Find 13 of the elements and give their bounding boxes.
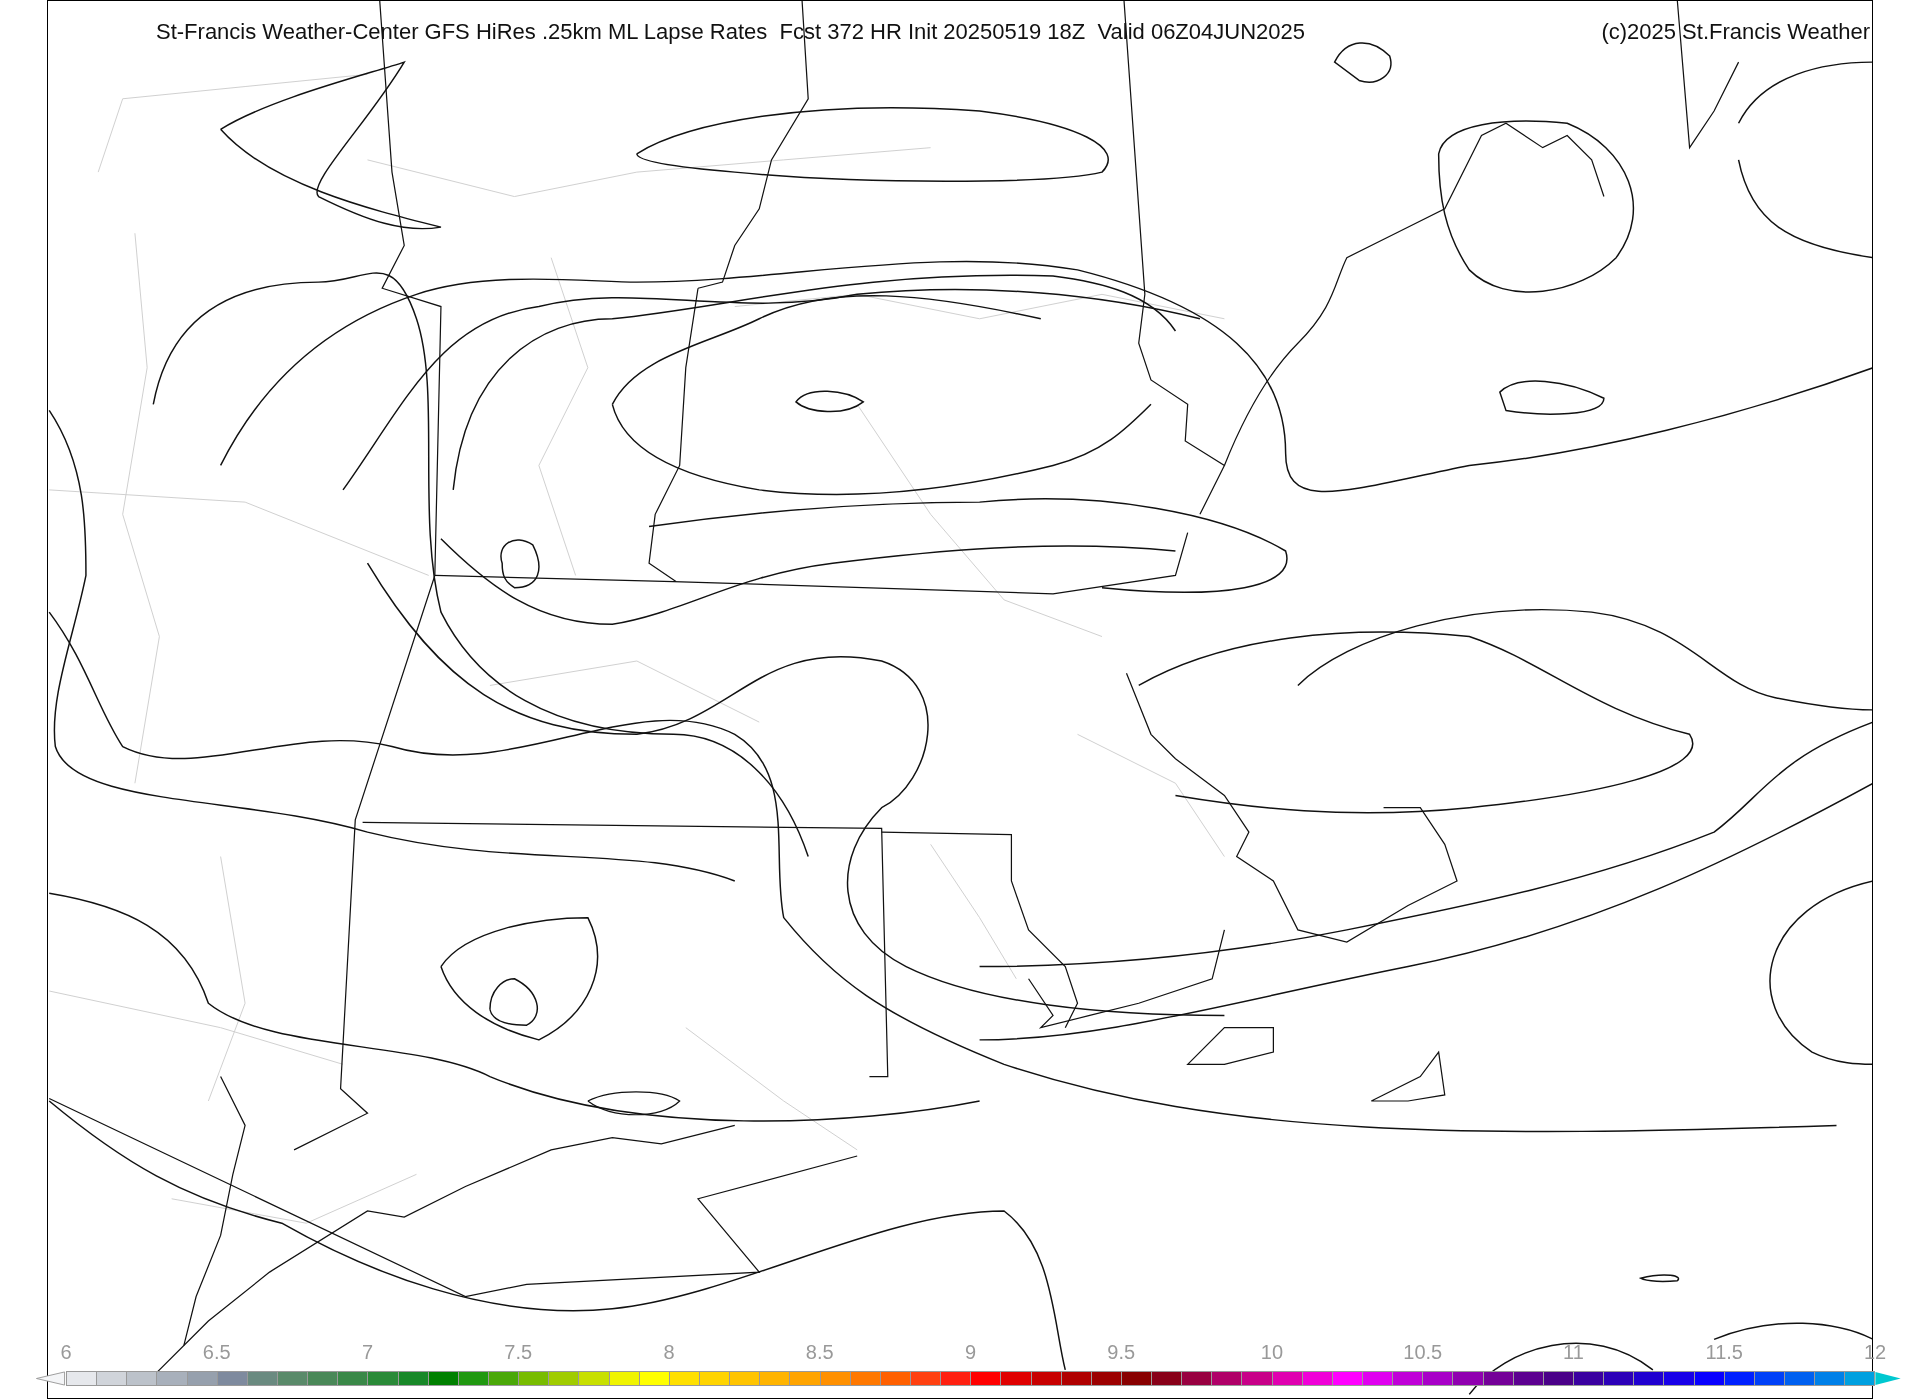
colorbar-tick-label: 10.5 (1403, 1341, 1443, 1364)
colorbar-tick-label: 6 (60, 1341, 72, 1364)
colorbar-tick-label: 7 (361, 1341, 374, 1364)
copyright-text: (c)2025 St.Francis Weather (1601, 19, 1870, 45)
colorbar-tick-label: 9 (964, 1341, 977, 1364)
colorbar-tick-label: 8.5 (805, 1341, 834, 1364)
colorbar-tick-label: 7.5 (504, 1341, 533, 1364)
colorbar-tick-label: 8 (663, 1341, 675, 1364)
colorbar-tick-label: 11.5 (1705, 1341, 1743, 1364)
colorbar-tick-label: 6.5 (202, 1341, 231, 1364)
colorbar-tick-label: 9.5 (1107, 1341, 1136, 1364)
colorbar-tick-label: 11 (1563, 1341, 1584, 1364)
colorbar-tick-label: 10 (1260, 1341, 1284, 1364)
